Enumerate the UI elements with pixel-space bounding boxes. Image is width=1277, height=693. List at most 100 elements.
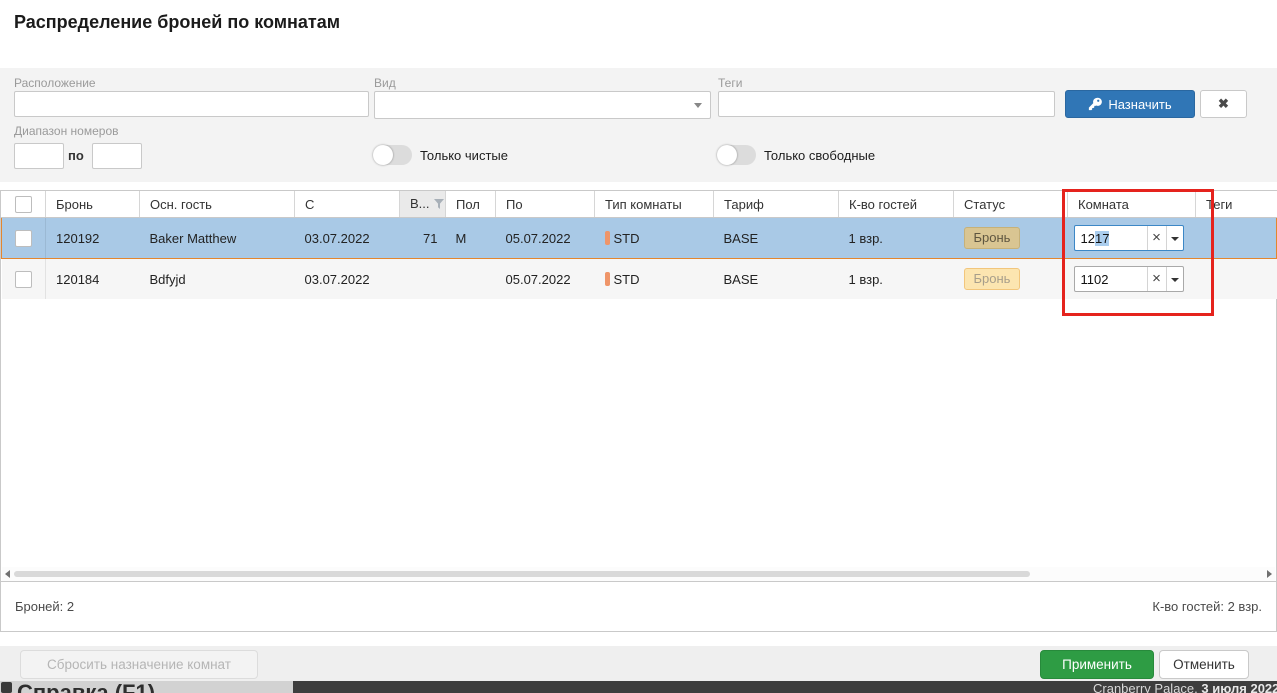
room-dropdown-icon[interactable] xyxy=(1166,267,1183,291)
cell-status: Бронь xyxy=(954,218,1068,259)
range-separator: по xyxy=(68,148,84,163)
cell-date-to: 05.07.2022 xyxy=(496,218,595,259)
row-checkbox[interactable] xyxy=(15,230,32,247)
cell-tags xyxy=(1196,259,1277,300)
header-guest[interactable]: Осн. гость xyxy=(140,191,295,218)
table-row[interactable]: 120192 Baker Matthew 03.07.2022 71 М 05.… xyxy=(2,218,1277,259)
cell-room-type: STD xyxy=(595,218,714,259)
help-icon xyxy=(1,682,12,693)
scroll-right-icon[interactable] xyxy=(1267,570,1272,578)
status-badge: Бронь xyxy=(964,268,1021,290)
room-combobox[interactable]: 1217 × xyxy=(1074,225,1184,251)
cell-guest: Baker Matthew xyxy=(140,218,295,259)
only-clean-label: Только чистые xyxy=(420,148,508,163)
range-to-input[interactable] xyxy=(92,143,142,169)
close-icon: ✖ xyxy=(1218,96,1229,112)
header-date-to[interactable]: По xyxy=(496,191,595,218)
cell-room: 1217 × xyxy=(1068,218,1196,259)
clear-filters-button[interactable]: ✖ xyxy=(1200,90,1247,118)
toggle-knob xyxy=(717,145,737,165)
location-input[interactable] xyxy=(14,91,369,117)
guests-count: К-во гостей: 2 взр. xyxy=(1152,599,1262,614)
action-bar: Сбросить назначение комнат Применить Отм… xyxy=(0,646,1277,681)
toggle-knob xyxy=(373,145,393,165)
status-bar: Справка (F1) Cranberry Palace, 3 июля 20… xyxy=(0,681,1277,693)
bookings-table-panel: Бронь Осн. гость С В... Пол По Тип комна… xyxy=(0,190,1277,632)
room-input[interactable]: 1217 xyxy=(1075,226,1147,250)
assign-rooms-dialog: Распределение броней по комнатам Располо… xyxy=(0,0,1277,693)
cell-guest-count: 1 взр. xyxy=(839,218,954,259)
cell-gender: М xyxy=(446,218,496,259)
location-label: Расположение xyxy=(14,76,96,90)
header-age[interactable]: В... xyxy=(400,191,446,218)
cell-room: 1102 × xyxy=(1068,259,1196,300)
cell-guest-count: 1 взр. xyxy=(839,259,954,300)
table-row[interactable]: 120184 Bdfyjd 03.07.2022 05.07.2022 STD … xyxy=(2,259,1277,300)
cell-age: 71 xyxy=(400,218,446,259)
cell-room-type: STD xyxy=(595,259,714,300)
room-type-marker-icon xyxy=(605,272,610,286)
header-status[interactable]: Статус xyxy=(954,191,1068,218)
view-label: Вид xyxy=(374,76,396,90)
apply-button[interactable]: Применить xyxy=(1040,650,1154,679)
header-date-from[interactable]: С xyxy=(295,191,400,218)
page-title: Распределение броней по комнатам xyxy=(14,12,340,33)
row-checkbox[interactable] xyxy=(15,271,32,288)
key-icon xyxy=(1088,97,1102,111)
cell-rate: BASE xyxy=(714,218,839,259)
header-gender[interactable]: Пол xyxy=(446,191,496,218)
selected-text: 17 xyxy=(1095,231,1109,246)
room-type-marker-icon xyxy=(605,231,610,245)
header-rate[interactable]: Тариф xyxy=(714,191,839,218)
view-select[interactable] xyxy=(374,91,711,119)
horizontal-scrollbar[interactable] xyxy=(2,567,1275,581)
table-footer: Броней: 2 К-во гостей: 2 взр. xyxy=(1,581,1276,631)
room-input[interactable]: 1102 xyxy=(1075,267,1147,291)
bookings-count: Броней: 2 xyxy=(15,599,74,614)
tags-input[interactable] xyxy=(718,91,1055,117)
scroll-left-icon[interactable] xyxy=(5,570,10,578)
header-guest-count[interactable]: К-во гостей xyxy=(839,191,954,218)
cell-age xyxy=(400,259,446,300)
select-all-checkbox[interactable] xyxy=(15,196,32,213)
reset-room-assignment-button[interactable]: Сбросить назначение комнат xyxy=(20,650,258,679)
room-combobox[interactable]: 1102 × xyxy=(1074,266,1184,292)
room-dropdown-icon[interactable] xyxy=(1166,226,1183,250)
cell-guest: Bdfyjd xyxy=(140,259,295,300)
cell-tags xyxy=(1196,218,1277,259)
header-booking[interactable]: Бронь xyxy=(46,191,140,218)
scrollbar-thumb[interactable] xyxy=(14,571,1030,577)
cell-booking: 120184 xyxy=(46,259,140,300)
cell-booking: 120192 xyxy=(46,218,140,259)
range-from-input[interactable] xyxy=(14,143,64,169)
cell-date-from: 03.07.2022 xyxy=(295,218,400,259)
hotel-date-info: Cranberry Palace, 3 июля 2022 xyxy=(1093,681,1277,693)
statusbar-dark-strip: Cranberry Palace, 3 июля 2022 xyxy=(293,681,1277,693)
only-free-label: Только свободные xyxy=(764,148,875,163)
only-clean-toggle[interactable] xyxy=(374,145,412,165)
cancel-button[interactable]: Отменить xyxy=(1159,650,1249,679)
help-label: Справка (F1) xyxy=(17,681,155,693)
cell-date-to: 05.07.2022 xyxy=(496,259,595,300)
table-header-row: Бронь Осн. гость С В... Пол По Тип комна… xyxy=(2,191,1277,218)
status-badge: Бронь xyxy=(964,227,1021,249)
clear-room-icon[interactable]: × xyxy=(1147,226,1166,250)
cell-date-from: 03.07.2022 xyxy=(295,259,400,300)
chevron-down-icon xyxy=(694,103,702,108)
only-free-toggle[interactable] xyxy=(718,145,756,165)
assign-button-label: Назначить xyxy=(1108,97,1171,112)
cell-gender xyxy=(446,259,496,300)
range-label: Диапазон номеров xyxy=(14,124,119,138)
filter-icon xyxy=(434,197,444,212)
cell-status: Бронь xyxy=(954,259,1068,300)
cell-rate: BASE xyxy=(714,259,839,300)
header-tags[interactable]: Теги xyxy=(1196,191,1277,218)
header-room[interactable]: Комната xyxy=(1068,191,1196,218)
bookings-table: Бронь Осн. гость С В... Пол По Тип комна… xyxy=(1,191,1277,299)
help-menu-item[interactable]: Справка (F1) xyxy=(0,681,293,693)
assign-button[interactable]: Назначить xyxy=(1065,90,1195,118)
tags-label: Теги xyxy=(718,76,742,90)
filter-panel: Расположение Вид Теги Назначить ✖ Диапаз… xyxy=(0,68,1277,182)
header-room-type[interactable]: Тип комнаты xyxy=(595,191,714,218)
clear-room-icon[interactable]: × xyxy=(1147,267,1166,291)
